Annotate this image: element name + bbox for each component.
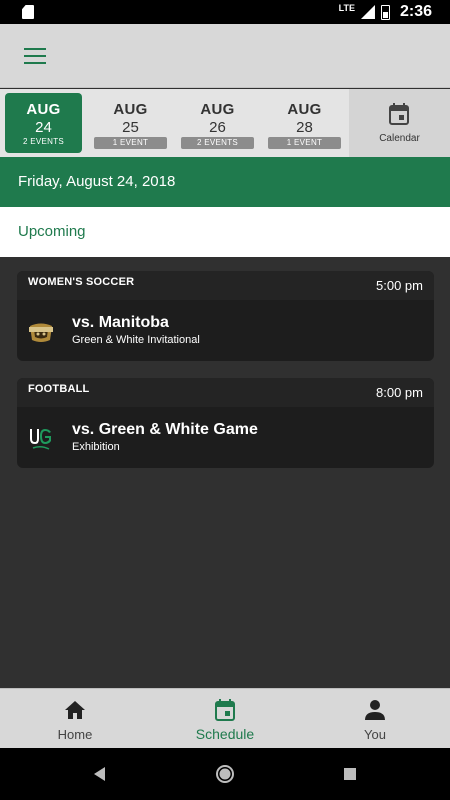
system-navigation-bar [0, 748, 450, 800]
event-count-badge: 1 EVENT [94, 137, 167, 149]
nav-schedule[interactable]: Schedule [150, 689, 300, 748]
date-tab-aug-28[interactable]: AUG 28 1 EVENT [261, 89, 348, 157]
event-time: 8:00 pm [376, 385, 423, 400]
event-sport: WOMEN'S SOCCER [28, 276, 135, 288]
event-card-header: FOOTBALL 8:00 pm [17, 378, 434, 407]
selected-date-header: Friday, August 24, 2018 [0, 157, 450, 207]
back-icon[interactable] [90, 764, 110, 784]
date-strip: AUG 24 2 EVENTS AUG 25 1 EVENT AUG 26 2 … [0, 89, 450, 157]
date-day: 25 [122, 119, 139, 136]
hamburger-menu-icon [24, 48, 46, 64]
clock: 2:36 [399, 3, 432, 20]
calendar-icon [215, 699, 235, 721]
event-sport: FOOTBALL [28, 383, 90, 395]
date-day: 26 [209, 119, 226, 136]
event-opponent: vs. Green & White Game [72, 421, 258, 438]
date-day: 28 [296, 119, 313, 136]
date-day: 24 [35, 119, 52, 136]
calendar-label: Calendar [379, 133, 420, 144]
nav-you[interactable]: You [300, 689, 450, 748]
status-icons: LTE 2:36 [339, 0, 432, 24]
menu-button[interactable] [13, 40, 57, 72]
app-bar [0, 24, 450, 88]
usask-huskies-logo [30, 429, 51, 450]
date-month: AUG [26, 101, 61, 118]
event-card-header: WOMEN'S SOCCER 5:00 pm [17, 271, 434, 300]
nav-label: Schedule [195, 726, 255, 742]
event-opponent: vs. Manitoba [72, 314, 169, 331]
date-tab-aug-26[interactable]: AUG 26 2 EVENTS [174, 89, 261, 157]
nav-label: Home [57, 727, 93, 742]
event-count-badge: 2 EVENTS [22, 137, 65, 146]
home-icon [65, 701, 85, 719]
calendar-icon [389, 103, 409, 125]
date-month: AUG [200, 101, 235, 118]
status-bar: LTE 2:36 [0, 0, 450, 24]
event-card[interactable]: WOMEN'S SOCCER 5:00 pm vs. Manitoba Gree… [17, 271, 434, 361]
event-card[interactable]: FOOTBALL 8:00 pm vs. Green & White Game … [17, 378, 434, 468]
date-month: AUG [113, 101, 148, 118]
home-circle-icon[interactable] [215, 764, 235, 784]
event-subtitle: Exhibition [72, 441, 120, 453]
calendar-button[interactable]: Calendar [349, 89, 450, 157]
sim-card-icon [22, 5, 34, 19]
recent-apps-icon[interactable] [340, 764, 360, 784]
event-count-badge: 2 EVENTS [181, 137, 254, 149]
manitoba-bisons-logo [29, 323, 53, 342]
upcoming-section-label: Upcoming [0, 207, 450, 257]
nav-home[interactable]: Home [0, 689, 150, 748]
nav-label: You [364, 727, 386, 742]
date-month: AUG [287, 101, 322, 118]
event-count-badge: 1 EVENT [268, 137, 341, 149]
network-type: LTE [338, 3, 355, 13]
event-subtitle: Green & White Invitational [72, 334, 200, 346]
date-tab-aug-25[interactable]: AUG 25 1 EVENT [87, 89, 174, 157]
bottom-navigation: Home Schedule You [0, 688, 450, 748]
person-icon [365, 700, 385, 720]
battery-icon [380, 4, 390, 20]
date-tab-aug-24[interactable]: AUG 24 2 EVENTS [0, 89, 87, 157]
signal-icon [360, 5, 375, 19]
event-time: 5:00 pm [376, 278, 423, 293]
